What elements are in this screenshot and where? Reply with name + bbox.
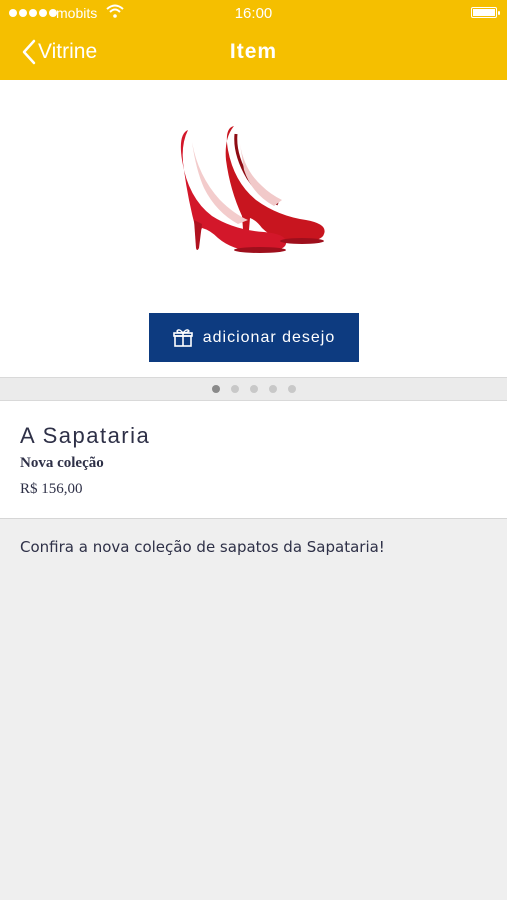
product-info-card: A Sapataria Nova coleção R$ 156,00 <box>0 401 507 519</box>
collection-name: Nova coleção <box>20 455 104 471</box>
carousel-dot[interactable] <box>268 385 277 393</box>
store-name: A Sapataria <box>20 423 151 448</box>
carousel-pagination <box>0 377 507 401</box>
status-bar: mobits 16:00 <box>0 0 507 26</box>
battery-icon <box>471 7 500 18</box>
carousel-dot[interactable] <box>211 385 220 393</box>
add-wish-label: adicionar desejo <box>202 328 336 346</box>
product-image-icon <box>180 126 325 253</box>
product-price: R$ 156,00 <box>20 481 83 497</box>
navigation-header: mobits 16:00 Vitrine Item <box>0 0 507 80</box>
page-title: Item <box>229 40 278 63</box>
clock: 16:00 <box>234 5 273 22</box>
carousel-dot[interactable] <box>249 385 258 393</box>
product-image-carousel[interactable]: adicionar desejo <box>0 80 507 377</box>
carousel-dot[interactable] <box>287 385 296 393</box>
product-description: Confira a nova coleção de sapatos da Sap… <box>20 538 385 556</box>
carousel-dot[interactable] <box>230 385 239 393</box>
gift-icon <box>172 328 193 347</box>
add-wish-button[interactable]: adicionar desejo <box>149 313 359 362</box>
